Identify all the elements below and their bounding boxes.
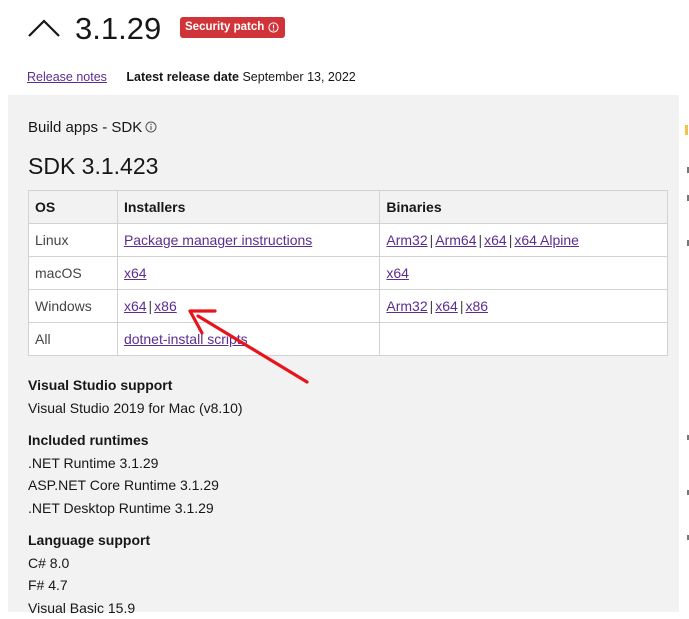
language-support-heading: Language support	[28, 529, 150, 552]
installers-cell: Package manager instructions	[117, 224, 379, 257]
language-item: C# 8.0	[28, 552, 150, 575]
runtime-item: .NET Runtime 3.1.29	[28, 452, 219, 475]
sdk-downloads-table: OS Installers Binaries Linux Package man…	[28, 190, 668, 356]
table-row: All dotnet-install scripts	[29, 323, 668, 356]
os-cell: Windows	[29, 290, 118, 323]
linux-package-manager-link[interactable]: Package manager instructions	[124, 232, 312, 248]
separator: |	[476, 232, 484, 248]
included-runtimes-heading: Included runtimes	[28, 429, 219, 452]
version-title: 3.1.29	[75, 9, 161, 49]
section-title-text: Build apps - SDK	[28, 119, 142, 136]
windows-installer-x64-link[interactable]: x64	[124, 298, 147, 314]
windows-installer-x86-link[interactable]: x86	[154, 298, 177, 314]
language-support-section: Language support C# 8.0 F# 4.7 Visual Ba…	[28, 529, 150, 619]
linux-arm64-link[interactable]: Arm64	[435, 232, 476, 248]
column-header-os: OS	[29, 191, 118, 224]
os-cell: All	[29, 323, 118, 356]
os-cell: macOS	[29, 257, 118, 290]
badge-label: Security patch	[185, 17, 264, 38]
os-cell: Linux	[29, 224, 118, 257]
table-header-row: OS Installers Binaries	[29, 191, 668, 224]
windows-binary-x64-link[interactable]: x64	[435, 298, 458, 314]
binaries-cell: x64	[380, 257, 668, 290]
table-row: Linux Package manager instructions Arm32…	[29, 224, 668, 257]
linux-x64-alpine-link[interactable]: x64 Alpine	[514, 232, 579, 248]
macos-installer-x64-link[interactable]: x64	[124, 265, 147, 281]
binaries-cell	[380, 323, 668, 356]
chevron-up-icon[interactable]	[27, 18, 61, 38]
language-item: F# 4.7	[28, 574, 150, 597]
section-title: Build apps - SDK	[28, 118, 157, 138]
installers-cell: x64	[117, 257, 379, 290]
release-info-row: Release notes Latest release date Septem…	[27, 69, 356, 85]
cropped-content-marks	[685, 95, 689, 612]
runtime-item: ASP.NET Core Runtime 3.1.29	[28, 474, 219, 497]
binaries-cell: Arm32|x64|x86	[380, 290, 668, 323]
linux-arm32-link[interactable]: Arm32	[386, 232, 427, 248]
windows-arm32-link[interactable]: Arm32	[386, 298, 427, 314]
binaries-cell: Arm32|Arm64|x64|x64 Alpine	[380, 224, 668, 257]
column-header-installers: Installers	[117, 191, 379, 224]
release-header: 3.1.29 Security patch Release notes Late…	[0, 0, 689, 95]
table-row: Windows x64|x86 Arm32|x64|x86	[29, 290, 668, 323]
separator: |	[147, 298, 155, 314]
vs-support-item: Visual Studio 2019 for Mac (v8.10)	[28, 397, 243, 420]
annotation-arrow	[180, 300, 315, 395]
latest-release-label: Latest release date	[126, 70, 239, 84]
table-row: macOS x64 x64	[29, 257, 668, 290]
release-notes-link[interactable]: Release notes	[27, 70, 107, 84]
sdk-title: SDK 3.1.423	[28, 150, 158, 182]
latest-release-date: September 13, 2022	[242, 70, 355, 84]
runtime-item: .NET Desktop Runtime 3.1.29	[28, 497, 219, 520]
linux-x64-link[interactable]: x64	[484, 232, 507, 248]
language-item: Visual Basic 15.9	[28, 597, 150, 619]
included-runtimes-section: Included runtimes .NET Runtime 3.1.29 AS…	[28, 429, 219, 519]
security-patch-badge: Security patch	[180, 17, 285, 38]
macos-binary-x64-link[interactable]: x64	[386, 265, 409, 281]
info-icon	[268, 22, 279, 33]
windows-binary-x86-link[interactable]: x86	[465, 298, 488, 314]
column-header-binaries: Binaries	[380, 191, 668, 224]
info-icon[interactable]	[145, 121, 157, 133]
